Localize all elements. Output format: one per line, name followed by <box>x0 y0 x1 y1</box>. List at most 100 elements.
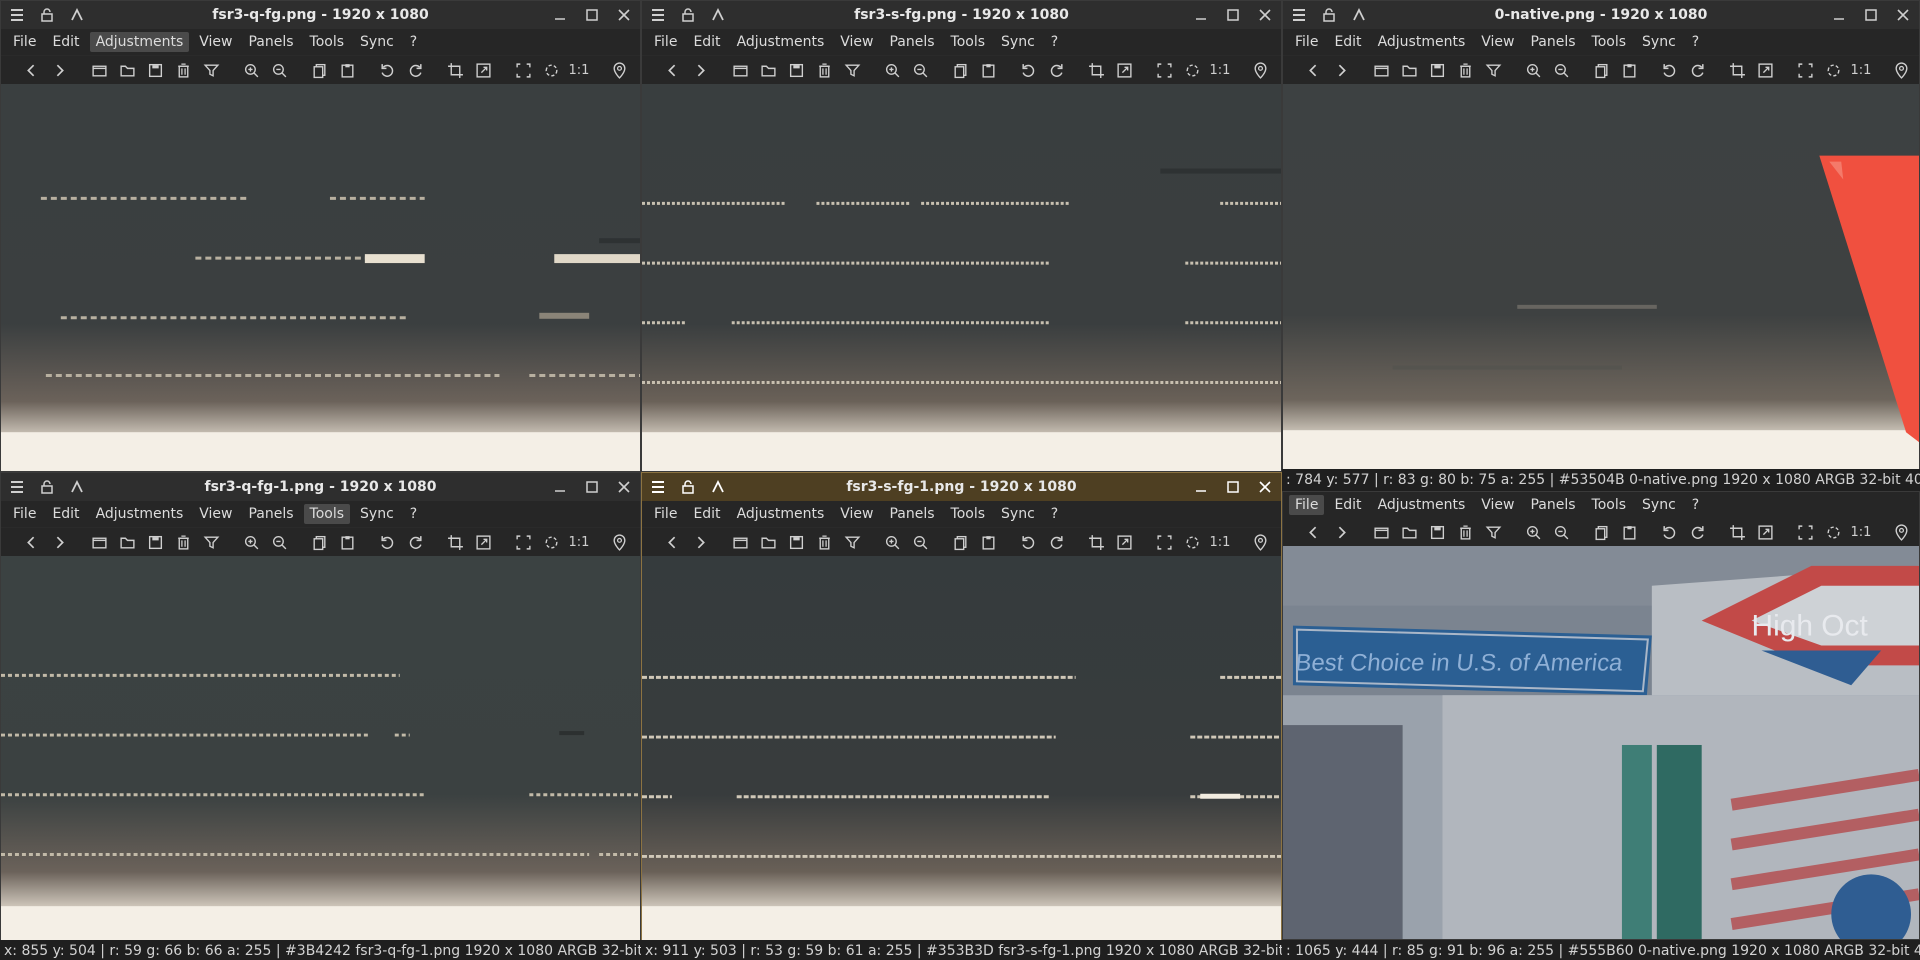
minimize-icon[interactable] <box>1827 3 1851 27</box>
open-image-icon[interactable] <box>726 529 754 555</box>
arrow-right-icon[interactable] <box>45 529 73 555</box>
paste-icon[interactable] <box>974 57 1002 83</box>
arrow-right-icon[interactable] <box>45 57 73 83</box>
menu-help[interactable]: ? <box>1686 495 1705 515</box>
image-canvas[interactable]: Best Choice in U.S. of America High Oct <box>1283 546 1919 939</box>
arrow-right-icon[interactable] <box>686 57 714 83</box>
fit-window-icon[interactable] <box>1791 519 1819 545</box>
save-icon[interactable] <box>141 529 169 555</box>
filter-icon[interactable] <box>838 57 866 83</box>
save-icon[interactable] <box>1423 57 1451 83</box>
arrow-left-icon[interactable] <box>17 529 45 555</box>
location-pin-icon[interactable] <box>1887 57 1915 83</box>
crop-icon[interactable] <box>1082 57 1110 83</box>
image-canvas[interactable] <box>1283 84 1919 469</box>
folder-icon[interactable] <box>113 57 141 83</box>
zoom-out-icon[interactable] <box>906 57 934 83</box>
auto-fit-icon[interactable] <box>537 57 565 83</box>
copy-icon[interactable] <box>305 57 333 83</box>
menu-file[interactable]: File <box>1289 32 1324 52</box>
rotate-right-icon[interactable] <box>1042 57 1070 83</box>
image-canvas[interactable] <box>642 556 1281 941</box>
maximize-icon[interactable] <box>580 3 604 27</box>
paste-icon[interactable] <box>974 529 1002 555</box>
auto-fit-icon[interactable] <box>1819 519 1847 545</box>
close-icon[interactable] <box>1253 3 1277 27</box>
arrow-left-icon[interactable] <box>17 57 45 83</box>
folder-icon[interactable] <box>754 529 782 555</box>
arrow-right-icon[interactable] <box>1327 519 1355 545</box>
menu-panels[interactable]: Panels <box>1524 495 1581 515</box>
minimize-icon[interactable] <box>1189 475 1213 499</box>
rotate-right-icon[interactable] <box>1042 529 1070 555</box>
window-titlebar[interactable]: 0-native.png - 1920 x 1080 <box>1283 1 1919 29</box>
actual-size-icon[interactable]: 1:1 <box>1206 529 1234 555</box>
fit-window-icon[interactable] <box>1791 57 1819 83</box>
filter-icon[interactable] <box>1479 519 1507 545</box>
folder-icon[interactable] <box>113 529 141 555</box>
rotate-left-icon[interactable] <box>373 529 401 555</box>
menu-sync[interactable]: Sync <box>1636 495 1682 515</box>
menu-panels[interactable]: Panels <box>1524 32 1581 52</box>
pin-icon[interactable] <box>706 475 730 499</box>
lock-icon[interactable] <box>676 475 700 499</box>
rotate-left-icon[interactable] <box>1655 57 1683 83</box>
filter-icon[interactable] <box>197 57 225 83</box>
minimize-icon[interactable] <box>1189 3 1213 27</box>
auto-fit-icon[interactable] <box>1819 57 1847 83</box>
image-window-0-native[interactable]: 0-native.png - 1920 x 1080 File Edit Adj… <box>1282 0 1920 470</box>
menu-file[interactable]: File <box>1289 495 1325 515</box>
open-image-icon[interactable] <box>85 57 113 83</box>
actual-size-icon[interactable]: 1:1 <box>1206 57 1234 83</box>
zoom-out-icon[interactable] <box>1547 57 1575 83</box>
paste-icon[interactable] <box>333 57 361 83</box>
maximize-icon[interactable] <box>580 475 604 499</box>
paste-icon[interactable] <box>333 529 361 555</box>
copy-icon[interactable] <box>946 529 974 555</box>
rotate-right-icon[interactable] <box>1683 57 1711 83</box>
hamburger-icon[interactable] <box>5 3 29 27</box>
zoom-in-icon[interactable] <box>237 57 265 83</box>
paste-icon[interactable] <box>1615 519 1643 545</box>
image-window-fsr3-q-fg[interactable]: fsr3-q-fg.png - 1920 x 1080 File Edit Ad… <box>0 0 641 472</box>
lock-icon[interactable] <box>35 475 59 499</box>
crop-icon[interactable] <box>1723 57 1751 83</box>
menu-edit[interactable]: Edit <box>687 504 726 524</box>
arrow-right-icon[interactable] <box>1327 57 1355 83</box>
image-window-0-native-2[interactable]: File Edit Adjustments View Panels Tools … <box>1282 491 1920 940</box>
menu-sync[interactable]: Sync <box>354 32 400 52</box>
menu-adjustments[interactable]: Adjustments <box>1372 495 1472 515</box>
copy-icon[interactable] <box>305 529 333 555</box>
copy-icon[interactable] <box>1587 519 1615 545</box>
minimize-icon[interactable] <box>548 475 572 499</box>
image-window-fsr3-q-fg-1[interactable]: fsr3-q-fg-1.png - 1920 x 1080 File Edit … <box>0 472 641 942</box>
menu-sync[interactable]: Sync <box>995 504 1041 524</box>
hamburger-icon[interactable] <box>646 3 670 27</box>
rotate-left-icon[interactable] <box>1014 529 1042 555</box>
lock-icon[interactable] <box>676 3 700 27</box>
rotate-left-icon[interactable] <box>1655 519 1683 545</box>
menu-sync[interactable]: Sync <box>1636 32 1682 52</box>
folder-icon[interactable] <box>754 57 782 83</box>
menu-tools[interactable]: Tools <box>1586 32 1633 52</box>
fit-window-icon[interactable] <box>1150 57 1178 83</box>
zoom-out-icon[interactable] <box>906 529 934 555</box>
zoom-in-icon[interactable] <box>1519 57 1547 83</box>
zoom-out-icon[interactable] <box>1547 519 1575 545</box>
menu-help[interactable]: ? <box>404 32 423 52</box>
resize-icon[interactable] <box>469 529 497 555</box>
crop-icon[interactable] <box>1723 519 1751 545</box>
folder-icon[interactable] <box>1395 519 1423 545</box>
menu-view[interactable]: View <box>193 32 238 52</box>
menu-sync[interactable]: Sync <box>995 32 1041 52</box>
auto-fit-icon[interactable] <box>1178 529 1206 555</box>
menu-view[interactable]: View <box>1475 32 1520 52</box>
menu-help[interactable]: ? <box>1686 32 1705 52</box>
filter-icon[interactable] <box>197 529 225 555</box>
image-window-fsr3-s-fg[interactable]: fsr3-s-fg.png - 1920 x 1080 File Edit Ad… <box>641 0 1282 472</box>
delete-icon[interactable] <box>169 57 197 83</box>
window-titlebar[interactable]: fsr3-s-fg.png - 1920 x 1080 <box>642 1 1281 29</box>
image-window-fsr3-s-fg-1[interactable]: fsr3-s-fg-1.png - 1920 x 1080 File Edit … <box>641 472 1282 942</box>
menu-edit[interactable]: Edit <box>1328 495 1367 515</box>
actual-size-icon[interactable]: 1:1 <box>565 529 593 555</box>
